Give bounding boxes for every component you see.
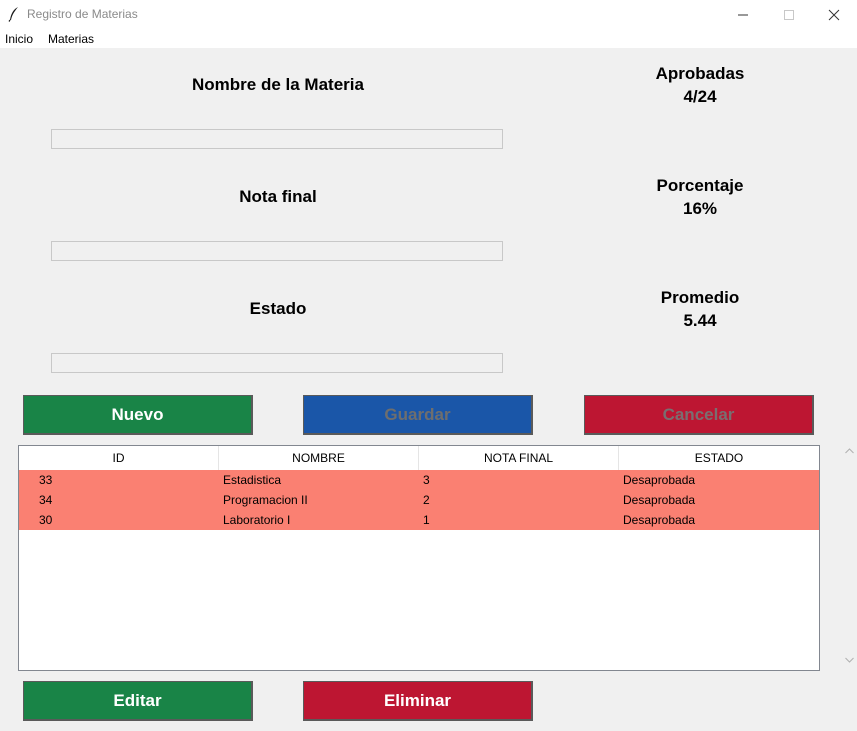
eliminar-button[interactable]: Eliminar [303, 681, 533, 721]
maximize-button[interactable] [766, 0, 812, 30]
cell-estado: Desaprobada [623, 513, 696, 527]
menu-bar: Inicio Materias [0, 30, 857, 48]
editar-button-label: Editar [113, 690, 162, 710]
cell-id: 33 [39, 473, 53, 487]
guardar-button-label: Guardar [384, 404, 451, 424]
column-header-nota[interactable]: NOTA FINAL [419, 446, 619, 470]
nota-input[interactable] [51, 241, 503, 261]
minimize-icon [738, 14, 748, 16]
column-header-nombre[interactable]: NOMBRE [219, 446, 419, 470]
porcentaje-value: 16% [682, 199, 718, 218]
close-icon [828, 9, 840, 21]
scroll-up-icon[interactable] [845, 448, 854, 454]
editar-button[interactable]: Editar [23, 681, 253, 721]
menu-materias[interactable]: Materias [48, 32, 94, 46]
cancelar-button[interactable]: Cancelar [584, 395, 814, 435]
table-row[interactable]: 34 Programacion II 2 Desaprobada [19, 490, 819, 510]
column-header-id[interactable]: ID [19, 446, 219, 470]
cell-estado: Desaprobada [623, 473, 696, 487]
column-header-estado[interactable]: ESTADO [619, 446, 819, 470]
cell-id: 30 [39, 513, 53, 527]
table-row[interactable]: 33 Estadistica 3 Desaprobada [19, 470, 819, 490]
aprobadas-value: 4/24 [683, 87, 717, 106]
close-button[interactable] [811, 0, 857, 30]
cell-nota: 3 [423, 473, 430, 487]
guardar-button[interactable]: Guardar [303, 395, 533, 435]
menu-inicio[interactable]: Inicio [5, 32, 33, 46]
promedio-label: Promedio [660, 288, 740, 307]
nuevo-button[interactable]: Nuevo [23, 395, 253, 435]
cell-estado: Desaprobada [623, 493, 696, 507]
estado-input[interactable] [51, 353, 503, 373]
nombre-label: Nombre de la Materia [192, 75, 364, 94]
estado-label: Estado [249, 299, 307, 318]
nota-label: Nota final [239, 187, 317, 206]
scroll-down-icon[interactable] [845, 657, 854, 663]
eliminar-button-label: Eliminar [383, 690, 452, 710]
materias-table[interactable]: ID NOMBRE NOTA FINAL ESTADO 33 Estadisti… [18, 445, 820, 671]
promedio-value: 5.44 [683, 311, 717, 330]
maximize-icon [784, 10, 794, 20]
table-scrollbar[interactable] [842, 445, 857, 671]
nuevo-button-label: Nuevo [111, 404, 164, 424]
cell-nombre: Laboratorio I [223, 513, 291, 527]
cancelar-button-label: Cancelar [662, 404, 735, 424]
feather-icon [8, 7, 18, 22]
porcentaje-label: Porcentaje [656, 176, 744, 195]
cell-id: 34 [39, 493, 53, 507]
cell-nota: 1 [423, 513, 430, 527]
title-bar: Registro de Materias [0, 0, 857, 30]
cell-nombre: Programacion II [223, 493, 308, 507]
minimize-button[interactable] [720, 0, 766, 30]
cell-nombre: Estadistica [223, 473, 282, 487]
nombre-input[interactable] [51, 129, 503, 149]
table-row[interactable]: 30 Laboratorio I 1 Desaprobada [19, 510, 819, 530]
table-header: ID NOMBRE NOTA FINAL ESTADO [19, 446, 819, 470]
window-title: Registro de Materias [27, 7, 138, 21]
aprobadas-label: Aprobadas [655, 64, 745, 83]
cell-nota: 2 [423, 493, 430, 507]
